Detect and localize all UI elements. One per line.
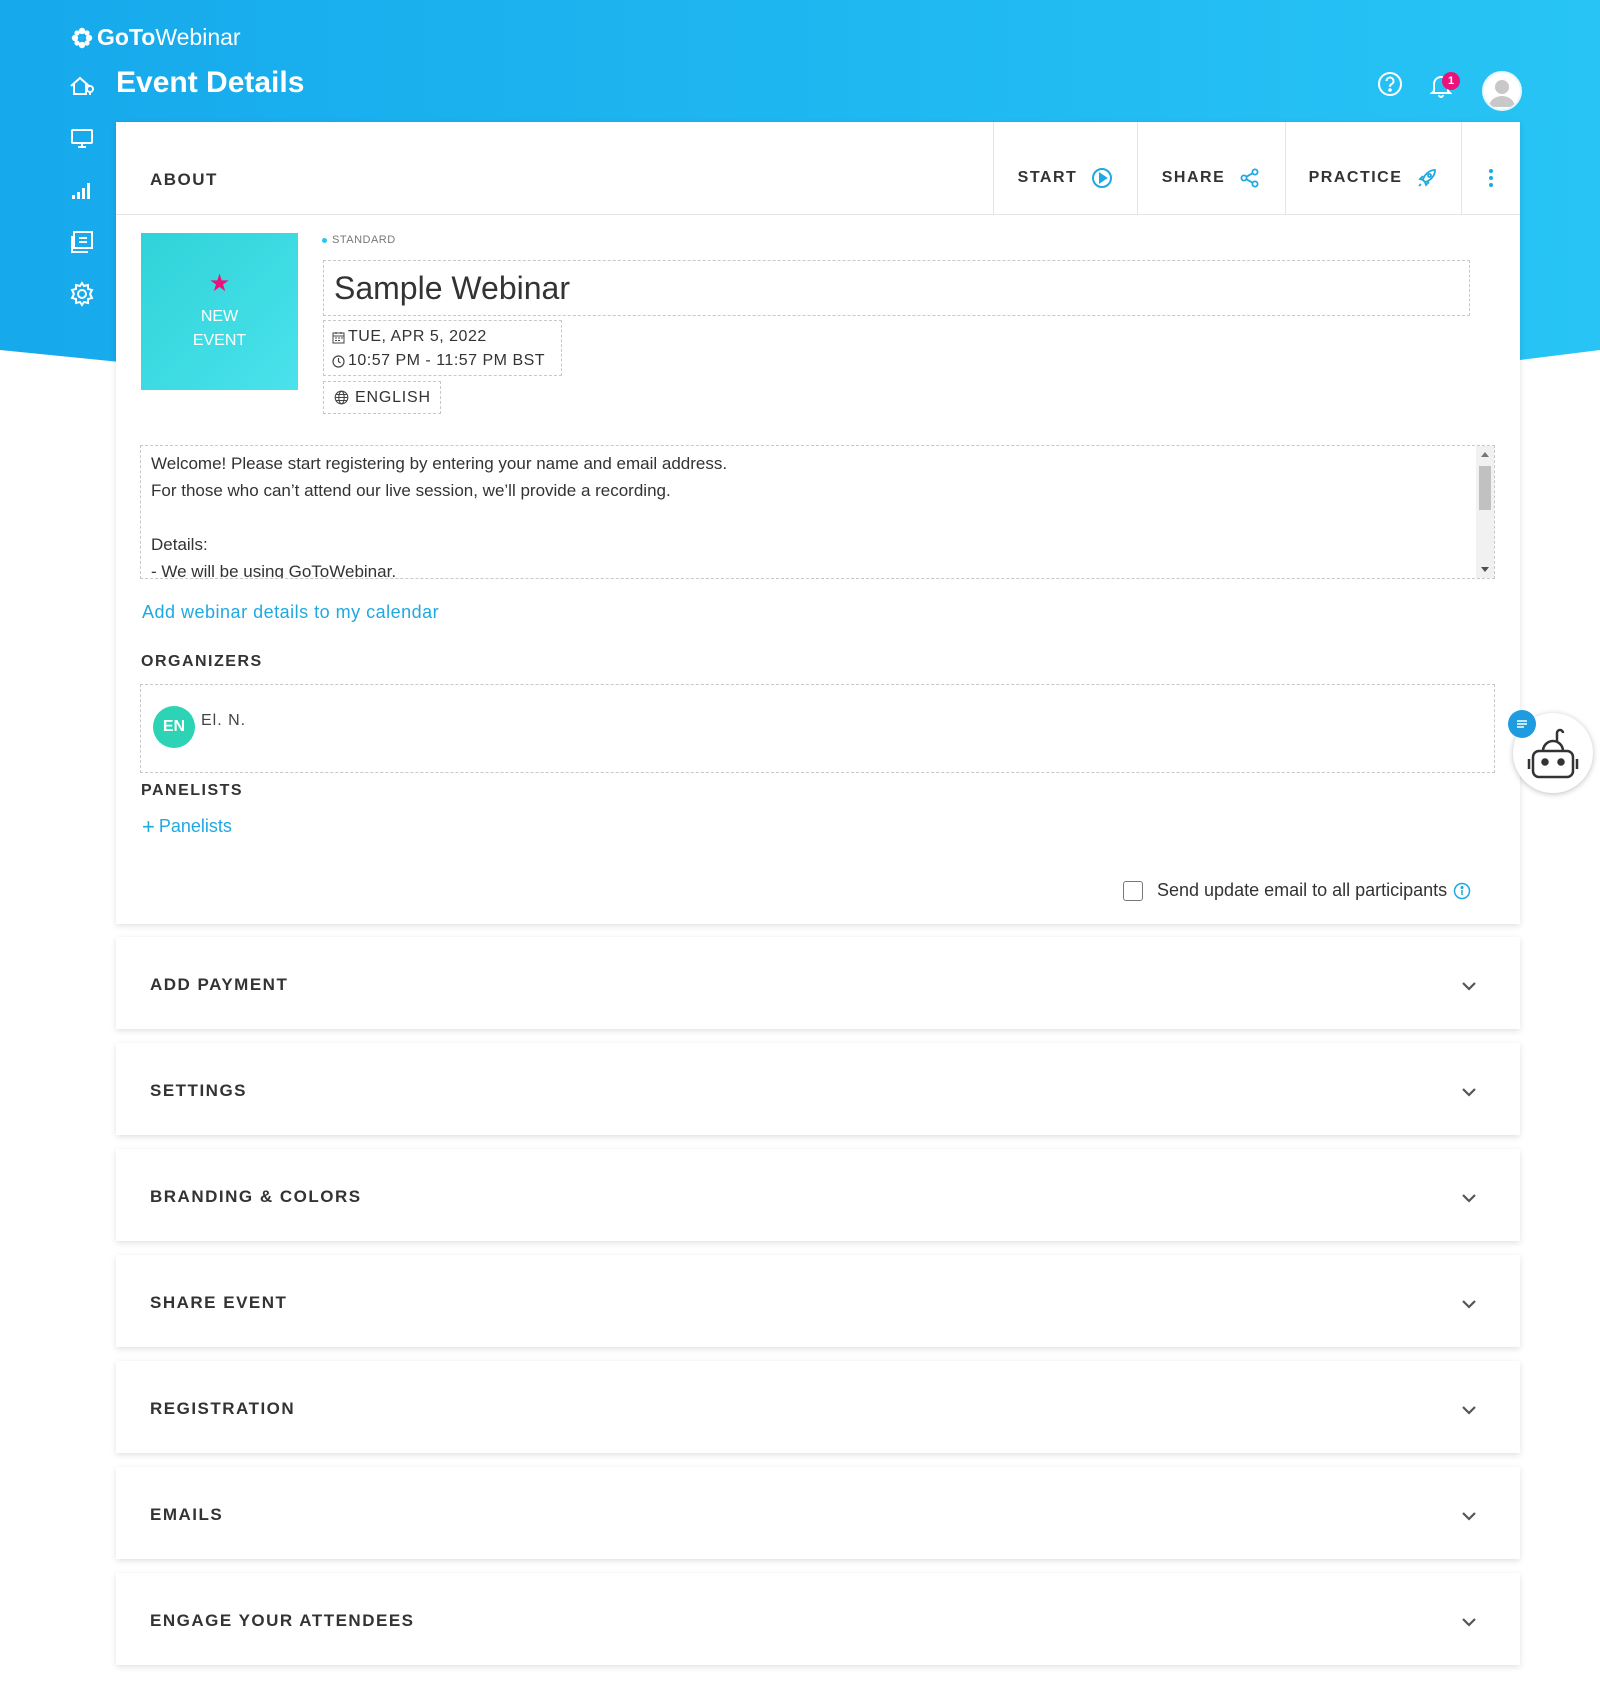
section-title: SETTINGS bbox=[150, 1081, 248, 1100]
share-label: SHARE bbox=[1161, 169, 1226, 186]
organizer-avatar[interactable]: EN bbox=[153, 706, 195, 748]
plus-icon: + bbox=[142, 813, 155, 839]
type-dot-icon bbox=[322, 237, 327, 243]
chevron-down-icon bbox=[1462, 1300, 1476, 1309]
add-to-calendar-link[interactable]: Add webinar details to my calendar bbox=[142, 602, 439, 623]
analytics-icon bbox=[72, 183, 90, 199]
nav-settings[interactable] bbox=[68, 280, 96, 308]
chevron-down-icon bbox=[1462, 1406, 1476, 1415]
webinar-type: STANDARD bbox=[322, 234, 396, 246]
organizers-label: ORGANIZERS bbox=[141, 653, 263, 670]
section-title: EMAILS bbox=[150, 1505, 224, 1524]
calendar-icon bbox=[332, 331, 345, 343]
about-title: ABOUT bbox=[150, 170, 218, 189]
section-engage-attendees[interactable]: ENGAGE YOUR ATTENDEES bbox=[116, 1573, 1520, 1665]
scrollbar-thumb[interactable] bbox=[1479, 466, 1491, 510]
webinar-type-label: STANDARD bbox=[332, 234, 396, 246]
home-icon bbox=[70, 76, 94, 95]
monitor-icon bbox=[71, 129, 93, 148]
nav-webinars[interactable] bbox=[68, 124, 96, 152]
section-add-payment[interactable]: ADD PAYMENT bbox=[116, 937, 1520, 1029]
chevron-down-icon bbox=[1462, 982, 1476, 991]
send-update-email-option: Send update email to all participants bbox=[1123, 880, 1471, 901]
clock-icon bbox=[332, 354, 345, 368]
language-label: ENGLISH bbox=[355, 388, 431, 406]
gotowebinar-logo[interactable]: GoTo Webinar bbox=[70, 24, 241, 51]
logo-text-bold: GoTo bbox=[97, 24, 156, 50]
start-label: START bbox=[1017, 169, 1078, 186]
practice-button[interactable]: PRACTICE bbox=[1285, 122, 1461, 214]
send-update-checkbox[interactable] bbox=[1123, 880, 1143, 901]
description-textarea[interactable]: Welcome! Please start registering by ent… bbox=[140, 445, 1495, 579]
help-button[interactable] bbox=[1376, 70, 1404, 98]
settings-icon bbox=[70, 281, 94, 307]
nav-analytics[interactable] bbox=[68, 176, 96, 204]
globe-icon bbox=[334, 390, 349, 405]
nav-home[interactable] bbox=[68, 72, 96, 100]
event-time: 10:57 PM - 11:57 PM BST bbox=[348, 352, 546, 369]
section-title: SHARE EVENT bbox=[150, 1293, 288, 1312]
kebab-menu-icon bbox=[1489, 169, 1493, 187]
send-update-label: Send update email to all participants bbox=[1157, 880, 1448, 900]
share-icon bbox=[1240, 168, 1259, 188]
info-icon[interactable] bbox=[1453, 882, 1471, 900]
page-title: Event Details bbox=[116, 66, 305, 99]
chevron-down-icon bbox=[1462, 1088, 1476, 1097]
play-icon bbox=[1092, 168, 1113, 188]
about-header: ABOUT START SHARE PRACTICE bbox=[116, 122, 1520, 215]
recordings-icon bbox=[71, 231, 93, 253]
section-share-event[interactable]: SHARE EVENT bbox=[116, 1255, 1520, 1347]
description-text: Welcome! Please start registering by ent… bbox=[151, 454, 728, 579]
section-title: BRANDING & COLORS bbox=[150, 1187, 362, 1206]
help-icon bbox=[1378, 72, 1402, 96]
user-avatar[interactable] bbox=[1482, 71, 1522, 111]
event-thumbnail[interactable]: ★ NEW EVENT bbox=[141, 233, 298, 390]
section-settings[interactable]: SETTINGS bbox=[116, 1043, 1520, 1135]
share-button[interactable]: SHARE bbox=[1137, 122, 1285, 214]
practice-label: PRACTICE bbox=[1308, 169, 1403, 186]
chat-bubble-icon[interactable] bbox=[1508, 710, 1536, 738]
organizer-name: El. N. bbox=[201, 712, 247, 729]
add-panelists-label: Panelists bbox=[158, 816, 232, 836]
chevron-down-icon bbox=[1462, 1512, 1476, 1521]
section-title: ADD PAYMENT bbox=[150, 975, 289, 994]
section-emails[interactable]: EMAILS bbox=[116, 1467, 1520, 1559]
section-title: REGISTRATION bbox=[150, 1399, 296, 1418]
date-time-field[interactable]: TUE, APR 5, 2022 10:57 PM - 11:57 PM BST bbox=[323, 320, 562, 376]
about-card: ABOUT START SHARE PRACTICE ★ NEW EVENT S… bbox=[116, 122, 1520, 924]
panelists-label: PANELISTS bbox=[141, 782, 244, 799]
more-options-button[interactable] bbox=[1461, 122, 1520, 214]
webinar-title-field[interactable]: Sample Webinar bbox=[323, 260, 1470, 316]
language-field[interactable]: ENGLISH bbox=[323, 381, 441, 414]
section-branding-colors[interactable]: BRANDING & COLORS bbox=[116, 1149, 1520, 1241]
event-date: TUE, APR 5, 2022 bbox=[348, 328, 487, 345]
start-button[interactable]: START bbox=[993, 122, 1137, 214]
rocket-icon bbox=[1418, 169, 1437, 187]
logo-flower-icon bbox=[71, 27, 93, 48]
organizers-box: EN El. N. bbox=[140, 684, 1495, 773]
user-icon bbox=[1489, 80, 1515, 107]
chevron-down-icon bbox=[1462, 1618, 1476, 1627]
thumbnail-line2: EVENT bbox=[192, 331, 247, 349]
chevron-down-icon bbox=[1462, 1194, 1476, 1203]
logo-text-rest: Webinar bbox=[155, 24, 241, 50]
section-registration[interactable]: REGISTRATION bbox=[116, 1361, 1520, 1453]
description-scrollbar[interactable] bbox=[1476, 446, 1494, 578]
star-icon: ★ bbox=[208, 269, 231, 297]
section-title: ENGAGE YOUR ATTENDEES bbox=[150, 1611, 415, 1630]
scroll-up-arrow-icon[interactable] bbox=[1481, 452, 1489, 457]
scroll-down-arrow-icon[interactable] bbox=[1481, 567, 1489, 572]
nav-recordings[interactable] bbox=[68, 228, 96, 256]
thumbnail-line1: NEW bbox=[200, 307, 239, 325]
add-panelists-link[interactable]: + Panelists bbox=[142, 813, 232, 839]
notification-badge: 1 bbox=[1442, 72, 1460, 90]
